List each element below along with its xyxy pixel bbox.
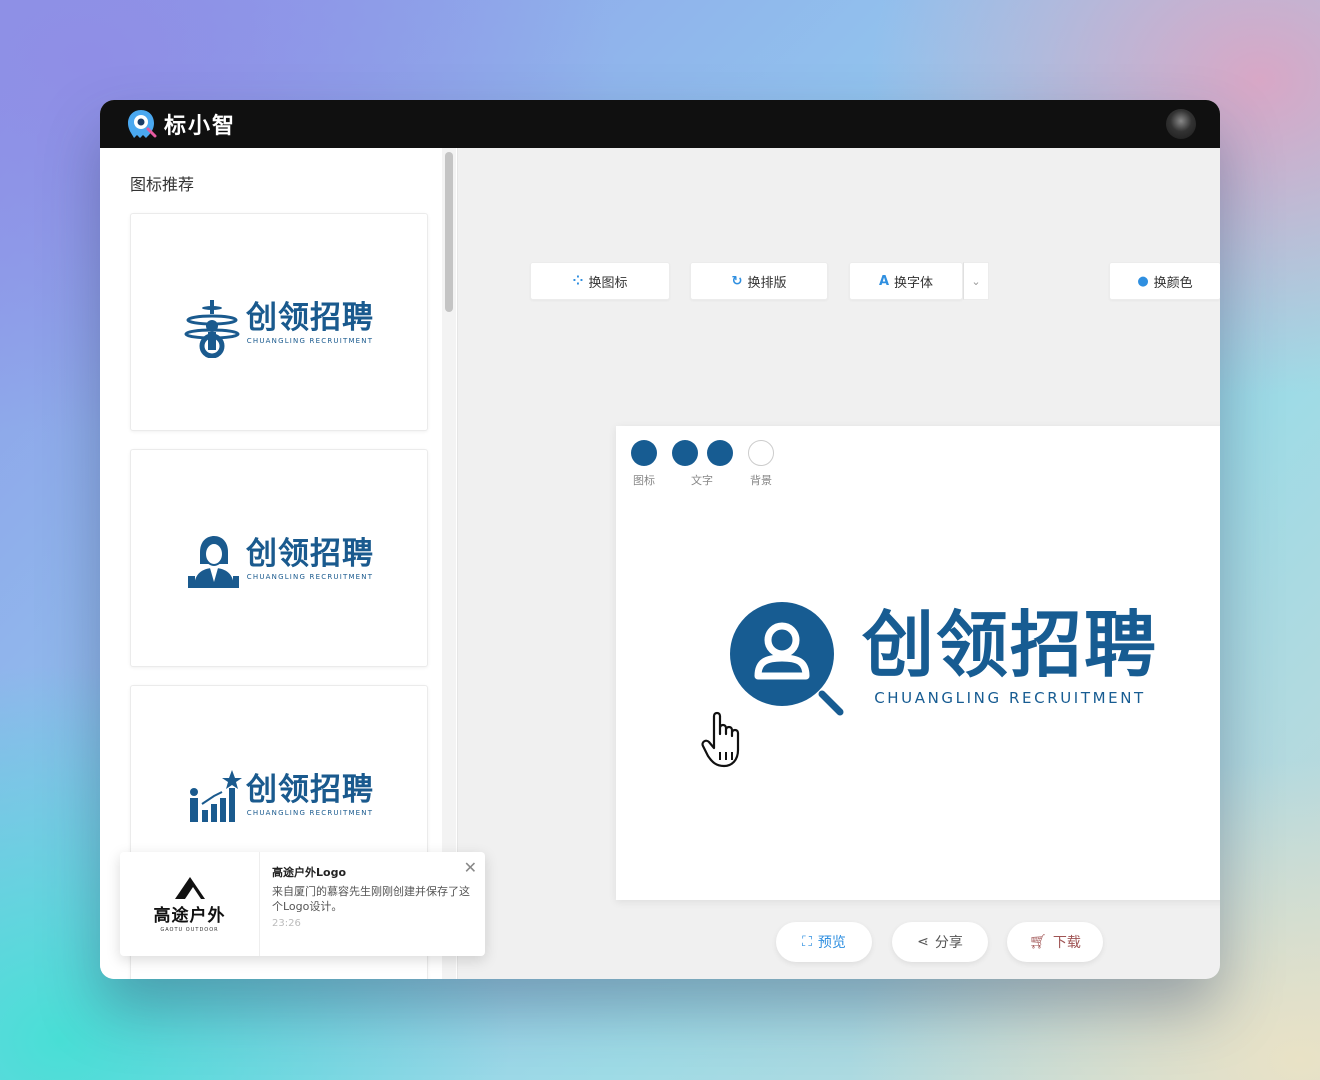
text-color-label: 文字 [691,474,713,487]
text-color-swatch-2[interactable] [707,440,733,466]
text-color-swatch[interactable] [672,440,698,466]
brand[interactable]: 标小智 [124,107,236,141]
change-icon-label: 换图标 [588,275,628,291]
share-icon: ⋖ [917,934,929,950]
mountain-icon [174,877,205,899]
change-font-button[interactable]: A 换字体 [849,262,963,300]
card-logo-cn: 创领招聘 [246,299,374,336]
card-logo-cn: 创领招聘 [246,535,374,572]
logo-card-1[interactable]: 创领招聘 CHUANGLING RECRUITMENT [130,213,428,431]
close-icon[interactable]: ✕ [464,858,477,877]
preview-button[interactable]: ⛶ 预览 [776,922,872,962]
cart-icon: 🛒︎ [1029,934,1047,950]
globe-person-icon [184,300,240,358]
logo-preview[interactable]: 创领招聘 CHUANGLING RECRUITMENT [730,602,1158,720]
hand-cursor-icon [701,711,740,768]
palette-icon: ● [1137,273,1149,289]
toast-thumbnail: 高途户外 GAOTU OUTDOOR [120,852,260,956]
user-avatar[interactable] [1166,109,1196,139]
font-a-icon: A [878,273,890,289]
preview-label: 预览 [817,935,846,951]
toast-title: 高途户外Logo [272,866,346,879]
logo-canvas[interactable]: 图标 文字 背景 创领招聘 CHUANGLING RECRUITMENT [616,426,1220,900]
search-person-icon [730,602,844,716]
editor-area: ⁘ 换图标 ↻ 换排版 A 换字体 ⌄ ● 换颜色 ⌄ 图标 文字 背景 [458,148,1220,979]
woman-avatar-icon [188,536,239,588]
sidebar-scrollbar-thumb[interactable] [445,152,453,312]
toast-brand-sub: GAOTU OUTDOOR [160,927,219,933]
brand-name: 标小智 [164,114,237,139]
share-label: 分享 [934,935,963,951]
icon-color-label: 图标 [633,474,655,487]
brand-logo-icon [128,110,157,138]
logo-text-cn: 创领招聘 [862,603,1159,687]
card-logo-en: CHUANGLING RECRUITMENT [246,572,374,581]
download-label: 下载 [1052,935,1081,951]
background-color-label: 背景 [750,474,772,487]
change-icon-button[interactable]: ⁘ 换图标 [530,262,670,300]
card-logo-cn: 创领招聘 [246,771,374,808]
toast-message: 来自厦门的慕容先生刚刚创建并保存了这个Logo设计。 [272,885,470,913]
title-bar: 标小智 [100,100,1220,148]
logo-card-2[interactable]: 创领招聘 CHUANGLING RECRUITMENT [130,449,428,667]
download-button[interactable]: 🛒︎ 下载 [1007,922,1103,962]
card-logo-en: CHUANGLING RECRUITMENT [246,336,374,345]
expand-icon: ⛶ [802,934,812,950]
toast-time: 23:26 [272,918,301,929]
app-window: 标小智 图标推荐 创领招聘 CHUANGLING RECRUITMENT 创领招… [100,100,1220,979]
logo-text-en: CHUANGLING RECRUITMENT [874,689,1146,707]
refresh-icon: ↻ [731,273,743,289]
card-logo-en: CHUANGLING RECRUITMENT [246,808,374,817]
change-font-label: 换字体 [894,275,934,291]
growth-chart-icon [190,770,242,822]
background-color-swatch[interactable] [748,440,774,466]
change-color-button[interactable]: ● 换颜色 [1109,262,1220,300]
chevron-down-icon: ⌄ [971,274,981,288]
toast-brand: 高途户外 [153,906,226,926]
share-button[interactable]: ⋖ 分享 [892,922,988,962]
activity-toast[interactable]: 高途户外 GAOTU OUTDOOR 高途户外Logo 来自厦门的慕容先生刚刚创… [120,852,485,956]
sidebar-title: 图标推荐 [130,175,195,194]
grid-dots-icon: ⁘ [572,273,584,289]
change-color-label: 换颜色 [1153,275,1193,291]
change-layout-label: 换排版 [747,275,787,291]
icon-color-swatch[interactable] [631,440,657,466]
change-layout-button[interactable]: ↻ 换排版 [690,262,828,300]
font-dropdown-toggle[interactable]: ⌄ [963,262,989,300]
